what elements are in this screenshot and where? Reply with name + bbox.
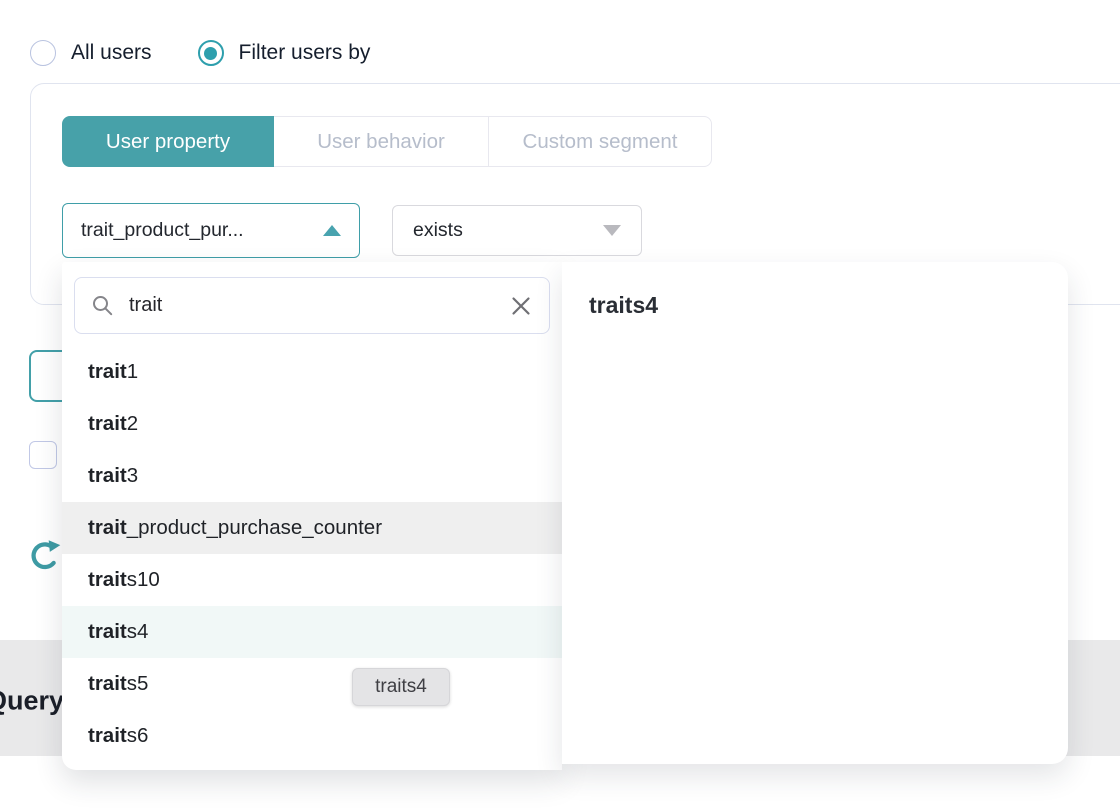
tab-user-behavior[interactable]: User behavior	[274, 116, 488, 167]
list-item[interactable]: trait3	[62, 450, 562, 502]
operator-select-value: exists	[413, 219, 463, 242]
list-item[interactable]: traits10	[62, 554, 562, 606]
list-item[interactable]: traits5	[62, 658, 562, 710]
property-select[interactable]: trait_product_pur...	[62, 203, 360, 258]
detail-title: traits4	[589, 292, 658, 319]
checkbox[interactable]	[29, 441, 57, 469]
segment-filter-screen: All users Filter users by User property …	[0, 0, 1120, 812]
property-options-list: trait1 trait2 trait3 trait_product_purch…	[62, 346, 562, 762]
tab-user-property[interactable]: User property	[62, 116, 274, 167]
operator-select[interactable]: exists	[392, 205, 642, 256]
property-search-box	[74, 277, 550, 334]
property-list-panel: trait1 trait2 trait3 trait_product_purch…	[62, 262, 562, 770]
property-select-value: trait_product_pur...	[81, 219, 244, 242]
property-dropdown-popover: trait1 trait2 trait3 trait_product_purch…	[62, 262, 1068, 770]
refresh-icon[interactable]	[28, 538, 62, 572]
tab-custom-segment[interactable]: Custom segment	[488, 116, 712, 167]
property-detail-panel: traits4	[562, 262, 1068, 764]
radio-dot	[204, 47, 217, 60]
list-item-selected[interactable]: trait_product_purchase_counter	[62, 502, 562, 554]
list-item[interactable]: traits6	[62, 710, 562, 762]
radio-all-users-label: All users	[71, 41, 152, 65]
radio-all-users[interactable]: All users	[30, 40, 152, 66]
tooltip-text: traits4	[375, 676, 427, 698]
radio-unselected-icon[interactable]	[30, 40, 56, 66]
list-item[interactable]: trait1	[62, 346, 562, 398]
list-item[interactable]: trait2	[62, 398, 562, 450]
radio-selected-icon[interactable]	[198, 40, 224, 66]
query-section-label: Query	[0, 686, 64, 717]
filter-type-tabs: User property User behavior Custom segme…	[62, 116, 712, 167]
list-item-hovered[interactable]: traits4	[62, 606, 562, 658]
caret-down-icon	[603, 225, 621, 236]
radio-filter-users-by-label: Filter users by	[239, 41, 371, 65]
user-scope-radio-group: All users Filter users by	[30, 40, 370, 66]
tooltip: traits4	[352, 668, 450, 706]
search-icon	[91, 294, 115, 318]
search-input[interactable]	[129, 294, 495, 317]
clear-icon[interactable]	[509, 294, 533, 318]
radio-filter-users-by[interactable]: Filter users by	[198, 40, 371, 66]
caret-up-icon	[323, 225, 341, 236]
